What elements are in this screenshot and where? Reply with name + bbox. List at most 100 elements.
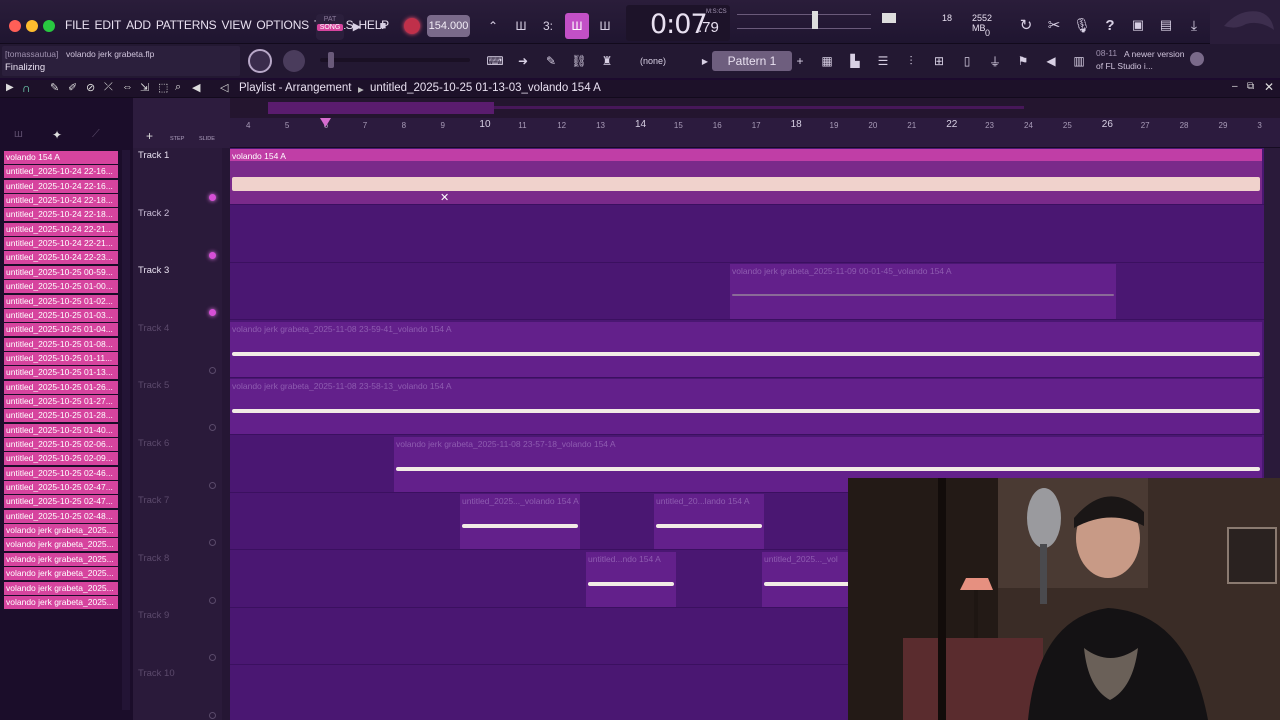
select-tool-icon[interactable]: ⬚ <box>158 81 168 94</box>
track-header-scrollbar[interactable] <box>222 148 230 720</box>
close-panel-icon[interactable]: ✕ <box>1264 80 1274 94</box>
overview-window[interactable] <box>268 102 494 114</box>
track-name-8[interactable]: Track 8 <box>138 553 169 564</box>
minimize-window-button[interactable] <box>26 20 38 32</box>
browser-item-selected[interactable]: volando 154 A <box>4 151 118 164</box>
plugin-picker-button[interactable]: ⏚ <box>984 50 1006 72</box>
browser-star-icon[interactable]: ✦ <box>52 128 62 142</box>
track-mute-led-10[interactable] <box>209 711 216 719</box>
audio-clip[interactable]: untitled_2025..._vol <box>762 551 852 607</box>
slice-tool-icon[interactable]: ⇲ <box>140 81 149 94</box>
browser-item[interactable]: volando jerk grabeta_2025... <box>4 581 118 595</box>
minimize-panel-icon[interactable]: – <box>1232 81 1238 92</box>
browser-item[interactable]: untitled_2025-10-25 01-04... <box>4 323 118 337</box>
piano-roll-button[interactable]: ⌨ <box>484 50 506 72</box>
menu-file[interactable]: FILE <box>65 18 90 32</box>
track-mute-led-2[interactable] <box>209 251 216 259</box>
channel-rack-button[interactable]: ▙ <box>844 50 866 72</box>
blend-recording-button[interactable]: Ш <box>565 13 589 39</box>
browser-item[interactable]: volando jerk grabeta_2025... <box>4 538 118 552</box>
slip-tool-icon[interactable]: ⇔ <box>122 81 133 93</box>
browser-item[interactable]: untitled_2025-10-25 02-47... <box>4 481 118 495</box>
play-button[interactable]: ▶ <box>348 16 366 36</box>
audio-clip[interactable]: volando jerk grabeta_2025-11-09 00-01-45… <box>730 264 1116 319</box>
track-name-7[interactable]: Track 7 <box>138 495 169 506</box>
playback-tool-icon[interactable]: ◀ <box>192 81 200 94</box>
undo-button[interactable]: ↻ <box>1014 13 1038 37</box>
track-name-6[interactable]: Track 6 <box>138 438 169 449</box>
add-track-icon[interactable]: + <box>146 129 153 143</box>
browser-item[interactable]: untitled_2025-10-24 22-21... <box>4 222 118 236</box>
delete-tool-icon[interactable]: ⊘ <box>86 81 95 94</box>
track-mute-led-8[interactable] <box>209 596 216 604</box>
browser-item[interactable]: untitled_2025-10-25 01-28... <box>4 409 118 423</box>
browser-item[interactable]: untitled_2025-10-25 02-06... <box>4 438 118 451</box>
save-button[interactable]: ▣ <box>1126 13 1150 37</box>
audio-clip-selected[interactable]: volando 154 A <box>230 149 1262 204</box>
link-button[interactable]: ⛓ <box>568 50 590 72</box>
loop-record-button[interactable]: Ш <box>594 15 616 37</box>
menu-view[interactable]: VIEW <box>221 18 251 32</box>
browser-item[interactable]: untitled_2025-10-24 22-16... <box>4 179 118 193</box>
master-slider-handle[interactable] <box>328 52 334 68</box>
time-display[interactable]: 0:07 :79 M:S:CS <box>626 5 730 41</box>
touch-keyboard-button[interactable]: ⚑ <box>1012 50 1034 72</box>
browser-item[interactable]: untitled_2025-10-25 02-46... <box>4 466 118 480</box>
browser-item[interactable]: untitled_2025-10-24 22-16... <box>4 165 118 179</box>
store-button[interactable]: ▥ <box>1068 50 1090 72</box>
track-name-2[interactable]: Track 2 <box>138 208 169 219</box>
browser-tag-icon[interactable]: ⟋ <box>92 128 100 141</box>
export-button[interactable]: ▤ <box>1154 13 1178 37</box>
browser-item[interactable]: volando jerk grabeta_2025... <box>4 524 118 538</box>
maximize-window-button[interactable] <box>43 20 55 32</box>
browser-item[interactable]: untitled_2025-10-25 02-47... <box>4 495 118 509</box>
browser-item[interactable]: untitled_2025-10-24 22-18... <box>4 194 118 208</box>
browser-item[interactable]: untitled_2025-10-25 01-08... <box>4 337 118 351</box>
browser-item[interactable]: untitled_2025-10-24 22-21... <box>4 237 118 251</box>
audio-input-button[interactable]: 🎙 <box>1070 13 1094 37</box>
pattern-prev-button[interactable]: ▶ <box>700 50 710 72</box>
browser-item[interactable]: volando jerk grabeta_2025... <box>4 567 118 581</box>
clip-header[interactable] <box>230 149 1262 161</box>
news-badge[interactable] <box>1190 52 1204 66</box>
tempo-display[interactable]: 154.000 <box>427 15 470 37</box>
track-name-5[interactable]: Track 5 <box>138 380 169 391</box>
mixer-button[interactable]: ☰ <box>872 50 894 72</box>
cut-button[interactable]: ✂ <box>1042 13 1066 37</box>
audio-clip[interactable]: untitled...ndo 154 A <box>586 551 676 607</box>
audio-clip[interactable]: volando jerk grabeta_2025-11-08 23-59-41… <box>230 321 1262 377</box>
track-mute-led-9[interactable] <box>209 654 216 661</box>
browser-item[interactable]: untitled_2025-10-25 01-13... <box>4 366 118 380</box>
browser-item[interactable]: untitled_2025-10-24 22-18... <box>4 208 118 222</box>
back-icon[interactable]: ◁ <box>220 81 228 94</box>
browser-item[interactable]: untitled_2025-10-24 22-23... <box>4 251 118 265</box>
browser-item[interactable]: untitled_2025-10-25 01-02... <box>4 294 118 308</box>
add-pattern-button[interactable]: + <box>794 50 806 72</box>
download-button[interactable]: ⤓ <box>1182 13 1206 37</box>
speaker-button[interactable]: ◀ <box>1040 50 1062 72</box>
menu-patterns[interactable]: PATTERNS <box>156 18 217 32</box>
overview-strip[interactable] <box>230 98 1280 118</box>
countdown-button[interactable]: 3: <box>537 15 559 37</box>
master-volume-slider[interactable] <box>812 11 818 29</box>
audio-clip[interactable]: untitled_2025..._volando 154 A <box>460 494 580 549</box>
track-mute-led-5[interactable] <box>209 424 216 431</box>
track-name-4[interactable]: Track 4 <box>138 323 169 334</box>
magnet-icon[interactable]: ∩ <box>22 81 31 95</box>
track-name-10[interactable]: Track 10 <box>138 668 175 679</box>
browser-item[interactable]: untitled_2025-10-25 01-26... <box>4 380 118 394</box>
browser-item[interactable]: untitled_2025-10-25 01-40... <box>4 423 118 437</box>
track-name-1[interactable]: Track 1 <box>138 150 169 161</box>
browser-item[interactable]: untitled_2025-10-25 01-03... <box>4 308 118 322</box>
mute-tool-icon[interactable]: ⤫ <box>104 81 113 94</box>
playlist-menu-arrow-icon[interactable]: ▶ <box>6 82 14 93</box>
metronome-button[interactable]: ⌃ <box>482 15 504 37</box>
track-name-3[interactable]: Track 3 <box>138 265 169 276</box>
audio-clip[interactable]: volando jerk grabeta_2025-11-08 23-58-13… <box>230 379 1262 434</box>
track-mute-led-4[interactable] <box>209 366 216 374</box>
browser-item[interactable]: untitled_2025-10-25 00-59... <box>4 265 118 279</box>
browser-scrollbar[interactable] <box>122 150 130 710</box>
browser-item[interactable]: untitled_2025-10-25 02-48... <box>4 509 118 523</box>
browser-item[interactable]: untitled_2025-10-25 01-27... <box>4 394 118 408</box>
menu-add[interactable]: ADD <box>126 18 151 32</box>
